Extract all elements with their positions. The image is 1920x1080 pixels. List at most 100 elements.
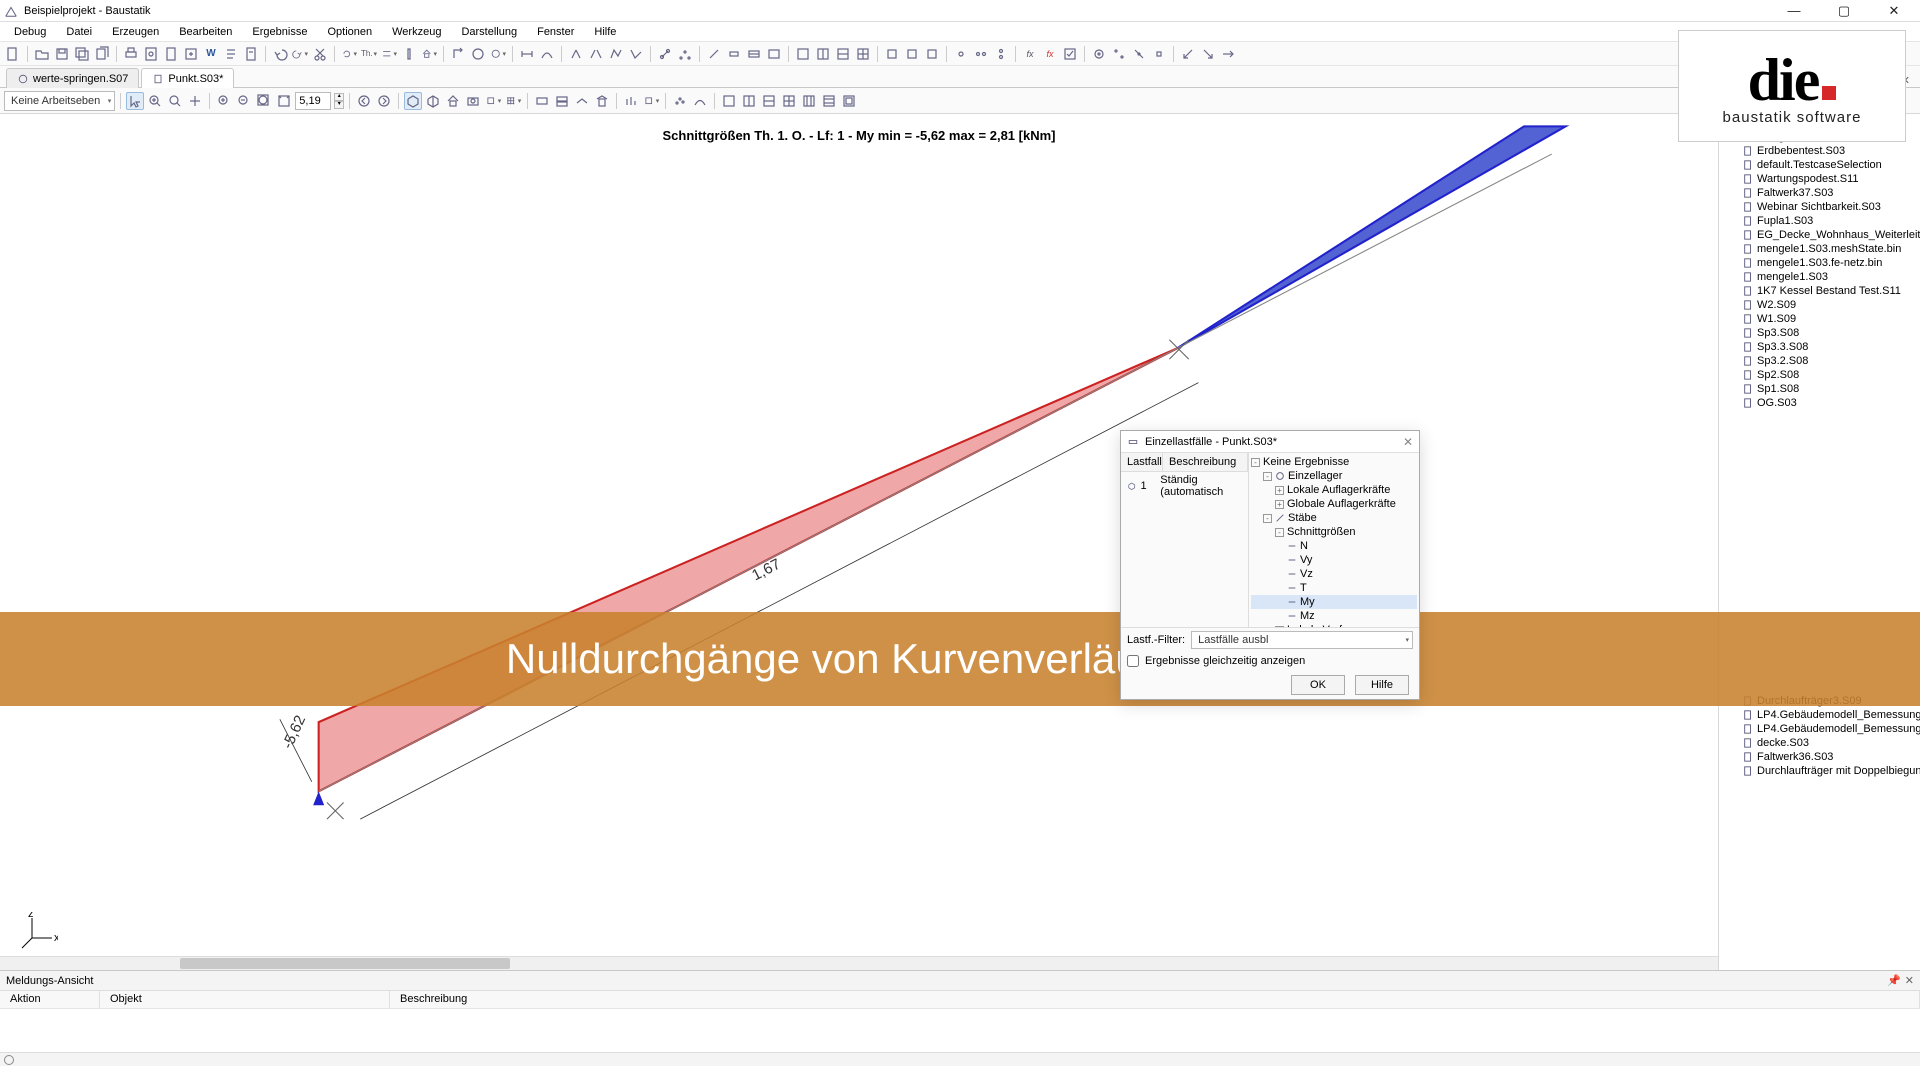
zoomin-icon[interactable] <box>215 92 233 110</box>
arrow3-icon[interactable] <box>1219 45 1237 63</box>
mesh2-icon[interactable] <box>587 45 605 63</box>
mesh4-icon[interactable] <box>627 45 645 63</box>
new-icon[interactable] <box>4 45 22 63</box>
undo-icon[interactable] <box>271 45 289 63</box>
tree-root[interactable]: -Keine Ergebnisse <box>1251 455 1417 469</box>
calc-icon[interactable] <box>449 45 467 63</box>
saveall-icon[interactable] <box>73 45 91 63</box>
snap2-icon[interactable] <box>1110 45 1128 63</box>
report-icon[interactable] <box>242 45 260 63</box>
paint2-icon[interactable] <box>903 45 921 63</box>
nav-back-icon[interactable] <box>355 92 373 110</box>
layer3-icon[interactable] <box>573 92 591 110</box>
snap4-icon[interactable] <box>1150 45 1168 63</box>
view4-icon[interactable] <box>854 45 872 63</box>
arrow2-icon[interactable] <box>1199 45 1217 63</box>
file-item[interactable]: Faltwerk36.S03 <box>1719 750 1920 764</box>
col-beschreibung[interactable]: Beschreibung <box>1163 453 1248 471</box>
tree-n[interactable]: N <box>1251 539 1417 553</box>
layer4-icon[interactable] <box>593 92 611 110</box>
text-icon[interactable] <box>222 45 240 63</box>
split5-icon[interactable] <box>800 92 818 110</box>
view1-icon[interactable] <box>794 45 812 63</box>
diagram1-icon[interactable] <box>622 92 640 110</box>
globe2-icon[interactable] <box>489 45 507 63</box>
drawing-canvas[interactable]: Schnittgrößen Th. 1. O. - Lf: 1 - My min… <box>0 114 1718 970</box>
menu-bearbeiten[interactable]: Bearbeiten <box>169 24 242 40</box>
node-icon[interactable] <box>656 45 674 63</box>
zoom-spinner[interactable]: ▴▾ <box>334 93 344 109</box>
file-item[interactable]: Webinar Sichtbarkeit.S03 <box>1719 200 1920 214</box>
help-button[interactable]: Hilfe <box>1355 675 1409 695</box>
zoom-window-icon[interactable] <box>146 92 164 110</box>
home-icon[interactable] <box>444 92 462 110</box>
loadcase-dialog[interactable]: Einzellastfälle - Punkt.S03* ✕ Lastfall … <box>1120 430 1420 700</box>
menu-werkzeug[interactable]: Werkzeug <box>382 24 451 40</box>
point2-icon[interactable] <box>972 45 990 63</box>
zoom-extents-icon[interactable] <box>166 92 184 110</box>
file-item[interactable]: Sp3.3.S08 <box>1719 340 1920 354</box>
fx2-icon[interactable]: fx <box>1041 45 1059 63</box>
iso-icon[interactable] <box>404 92 422 110</box>
select-icon[interactable] <box>126 92 144 110</box>
workplane-combo[interactable]: Keine Arbeitseben <box>4 91 115 111</box>
house-icon[interactable] <box>420 45 438 63</box>
file-item[interactable]: W1.S09 <box>1719 312 1920 326</box>
col-beschreibung[interactable]: Beschreibung <box>390 991 1920 1008</box>
menu-darstellung[interactable]: Darstellung <box>451 24 527 40</box>
dim-icon[interactable] <box>518 45 536 63</box>
menu-ergebnisse[interactable]: Ergebnisse <box>242 24 317 40</box>
th-icon[interactable]: Th. <box>360 45 378 63</box>
copyproj-icon[interactable] <box>93 45 111 63</box>
bar3-icon[interactable] <box>765 45 783 63</box>
tree-t[interactable]: T <box>1251 581 1417 595</box>
view3-icon[interactable] <box>834 45 852 63</box>
dialog-close-icon[interactable]: ✕ <box>1403 435 1413 449</box>
export-icon[interactable] <box>182 45 200 63</box>
snap3-icon[interactable] <box>1130 45 1148 63</box>
split2-icon[interactable] <box>740 92 758 110</box>
pan-icon[interactable] <box>186 92 204 110</box>
file-item[interactable]: mengele1.S03.fe-netz.bin <box>1719 256 1920 270</box>
minimize-button[interactable]: — <box>1778 3 1810 19</box>
word-icon[interactable]: W <box>202 45 220 63</box>
open-icon[interactable] <box>33 45 51 63</box>
pencil-icon[interactable] <box>705 45 723 63</box>
file-item[interactable]: LP4.Gebäudemodell_Bemessungsmode <box>1719 708 1920 722</box>
menu-fenster[interactable]: Fenster <box>527 24 584 40</box>
fx-icon[interactable]: fx <box>1021 45 1039 63</box>
file-item[interactable]: EG_Decke_Wohnhaus_Weiterleitung.S0 <box>1719 228 1920 242</box>
horizontal-scrollbar[interactable] <box>0 956 1718 970</box>
ok-button[interactable]: OK <box>1291 675 1345 695</box>
level-icon[interactable] <box>380 45 398 63</box>
file-item[interactable]: 1K7 Kessel Bestand Test.S11 <box>1719 284 1920 298</box>
diagram2-icon[interactable] <box>642 92 660 110</box>
file-item[interactable]: Sp3.S08 <box>1719 326 1920 340</box>
menu-debug[interactable]: Debug <box>4 24 56 40</box>
tree-schnitt[interactable]: -Schnittgrößen <box>1251 525 1417 539</box>
file-item[interactable]: mengele1.S03 <box>1719 270 1920 284</box>
tree-mz[interactable]: Mz <box>1251 609 1417 623</box>
redo-icon[interactable] <box>291 45 309 63</box>
preview-icon[interactable] <box>142 45 160 63</box>
file-item[interactable]: Durchlaufträger mit Doppelbiegung1.S <box>1719 764 1920 778</box>
column-icon[interactable] <box>400 45 418 63</box>
camera-icon[interactable] <box>464 92 482 110</box>
rotate-icon[interactable] <box>340 45 358 63</box>
menu-hilfe[interactable]: Hilfe <box>584 24 626 40</box>
split3-icon[interactable] <box>760 92 778 110</box>
tree-globale-auf[interactable]: +Globale Auflagerkräfte <box>1251 497 1417 511</box>
file-item[interactable]: Faltwerk37.S03 <box>1719 186 1920 200</box>
tab-werte-springen[interactable]: werte-springen.S07 <box>6 68 139 88</box>
tree-staebe[interactable]: -Stäbe <box>1251 511 1417 525</box>
file-item[interactable]: LP4.Gebäudemodell_Bemessungsmode <box>1719 722 1920 736</box>
nodes-icon[interactable] <box>676 45 694 63</box>
zoomfit-icon[interactable] <box>275 92 293 110</box>
cut-icon[interactable] <box>311 45 329 63</box>
mesh3-icon[interactable] <box>607 45 625 63</box>
bar2-icon[interactable] <box>745 45 763 63</box>
tree-vz[interactable]: Vz <box>1251 567 1417 581</box>
message-pin-icon[interactable]: 📌 <box>1887 974 1901 987</box>
zoomall-icon[interactable] <box>255 92 273 110</box>
file-item[interactable]: Sp1.S08 <box>1719 382 1920 396</box>
